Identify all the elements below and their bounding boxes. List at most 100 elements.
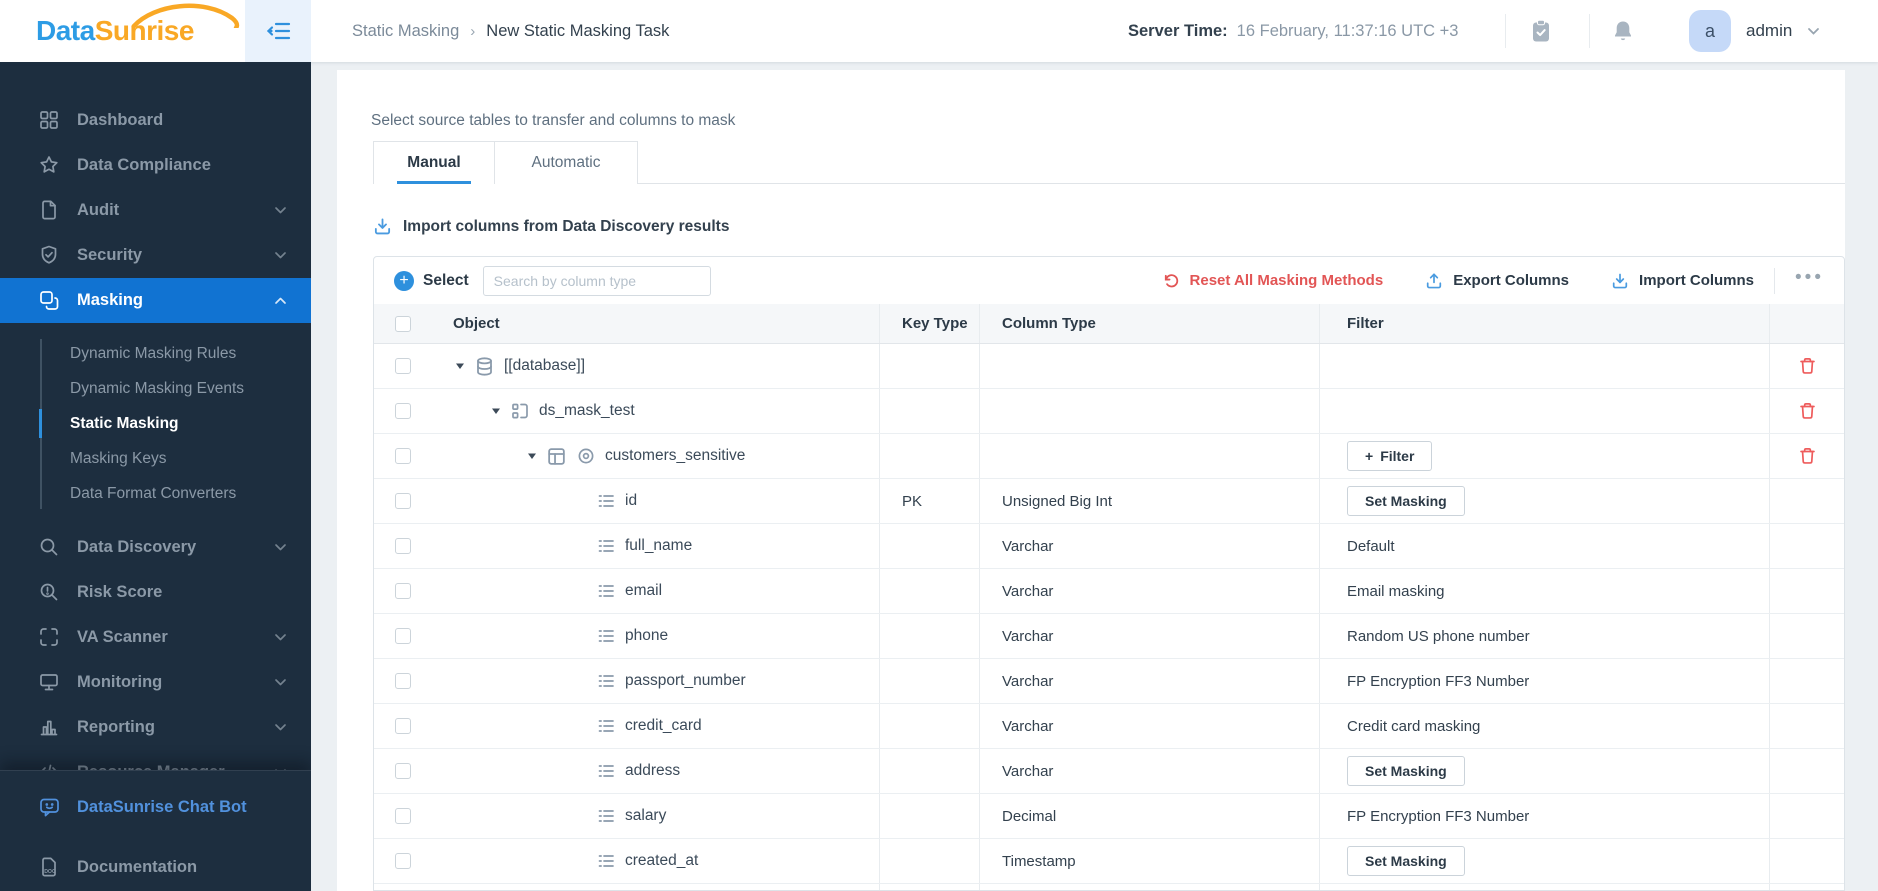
search-input[interactable] [482, 265, 711, 296]
table-row: salary Decimal FP Encryption FF3 Number [374, 794, 1844, 839]
row-checkbox[interactable] [395, 673, 411, 689]
select-button[interactable]: Select [423, 272, 469, 290]
sidebar-item-static-masking[interactable]: Static Masking [0, 406, 311, 441]
tab-automatic[interactable]: Automatic [494, 141, 638, 184]
sidebar-item-data-format-converters[interactable]: Data Format Converters [0, 476, 311, 511]
avatar-initial: a [1704, 20, 1715, 41]
filter-cell: Email masking [1319, 569, 1769, 613]
reset-icon [1162, 272, 1180, 290]
sidebar-item-data-discovery[interactable]: Data Discovery [0, 525, 311, 570]
caret-down-icon[interactable] [527, 452, 537, 460]
row-checkbox[interactable] [395, 448, 411, 464]
key-type-cell [879, 794, 979, 838]
column-type-value: Varchar [1002, 762, 1054, 780]
column-type-cell: Decimal [979, 794, 1319, 838]
export-columns-button[interactable]: Export Columns [1425, 272, 1569, 290]
delete-row-button[interactable] [1798, 401, 1817, 421]
sidebar-item-dynamic-masking-rules[interactable]: Dynamic Masking Rules [0, 336, 311, 371]
user-menu[interactable]: a admin [1689, 0, 1820, 62]
sidebar-item-audit[interactable]: Audit [0, 188, 311, 233]
chevron-down-icon [274, 723, 287, 732]
column-type-cell: Varchar [979, 659, 1319, 703]
filter-button-label: Filter [1380, 448, 1415, 464]
sidebar-item-risk-score[interactable]: Risk Score [0, 570, 311, 615]
object-cell: created_at [374, 839, 879, 883]
object-name: [[database]] [504, 357, 586, 374]
sidebar-item-label: Masking [77, 291, 144, 309]
more-actions-button[interactable]: ••• [1795, 268, 1824, 287]
object-name: salary [625, 807, 667, 824]
row-checkbox[interactable] [395, 808, 411, 824]
row-checkbox[interactable] [395, 763, 411, 779]
sidebar-item-masking[interactable]: Masking [0, 278, 311, 323]
object-name: passport_number [625, 672, 746, 689]
row-checkbox[interactable] [395, 493, 411, 509]
sidebar-item-chat-bot[interactable]: DataSunrise Chat Bot [0, 785, 311, 830]
select-all-checkbox[interactable] [395, 315, 411, 332]
list-icon [596, 761, 616, 781]
delete-row-button[interactable] [1798, 356, 1817, 376]
set-masking-button[interactable]: Set Masking [1347, 846, 1465, 876]
row-checkbox[interactable] [395, 718, 411, 734]
notifications-button[interactable] [1599, 0, 1647, 62]
filter-cell: Set Masking [1319, 479, 1769, 523]
set-masking-button[interactable]: Set Masking [1347, 486, 1465, 516]
chevron-down-icon [274, 633, 287, 642]
row-checkbox[interactable] [395, 538, 411, 554]
column-type-cell: Timestamp [979, 839, 1319, 883]
sidebar-item-label: DataSunrise Chat Bot [77, 798, 247, 816]
sidebar-item-dashboard[interactable]: Dashboard [0, 98, 311, 143]
user-name: admin [1746, 21, 1793, 40]
row-checkbox[interactable] [395, 358, 411, 374]
sidebar-item-label: Documentation [77, 858, 198, 876]
toolbar-divider [1774, 267, 1776, 294]
row-checkbox[interactable] [395, 583, 411, 599]
filter-cell: + Filter [1319, 434, 1769, 478]
server-time: Server Time: 16 February, 11:37:16 UTC +… [1128, 0, 1458, 62]
import-from-discovery-link[interactable]: Import columns from Data Discovery resul… [373, 217, 729, 236]
set-masking-button[interactable]: Set Masking [1347, 756, 1465, 786]
actions-cell [1769, 344, 1844, 388]
sidebar-item-label: Audit [77, 201, 120, 219]
object-cell: phone [374, 614, 879, 658]
object-name: created_at [625, 852, 699, 869]
sidebar-item-reporting[interactable]: Reporting [0, 705, 311, 750]
logo-text-data: Data [36, 15, 95, 46]
header-columntype-cell: Column Type [979, 304, 1319, 343]
breadcrumb-parent-link[interactable]: Static Masking [352, 22, 459, 41]
row-checkbox[interactable] [395, 628, 411, 644]
sidebar-item-security[interactable]: Security [0, 233, 311, 278]
breadcrumb-separator: › [470, 22, 476, 40]
sidebar-item-data-compliance[interactable]: Data Compliance [0, 143, 311, 188]
sidebar-collapse-button[interactable] [245, 0, 311, 62]
caret-down-icon[interactable] [491, 407, 501, 415]
tab-manual[interactable]: Manual [373, 141, 494, 184]
server-time-value: 16 February, 11:37:16 UTC +3 [1236, 21, 1459, 40]
sidebar-item-dynamic-masking-events[interactable]: Dynamic Masking Events [0, 371, 311, 406]
row-checkbox[interactable] [395, 403, 411, 419]
column-type-value: Varchar [1002, 672, 1054, 690]
sidebar-item-monitoring[interactable]: Monitoring [0, 660, 311, 705]
row-checkbox[interactable] [395, 853, 411, 869]
mask-icon [38, 289, 61, 312]
import-columns-button[interactable]: Import Columns [1611, 272, 1754, 290]
schema-icon [510, 401, 530, 421]
key-type-cell [879, 389, 979, 433]
filter-cell: Credit card masking [1319, 704, 1769, 748]
shield-icon [38, 244, 61, 267]
sidebar-item-documentation[interactable]: DOC Documentation [0, 845, 311, 890]
delete-row-button[interactable] [1798, 446, 1817, 466]
table-row: created_at Timestamp Set Masking [374, 839, 1844, 884]
sidebar-item-masking-keys[interactable]: Masking Keys [0, 441, 311, 476]
add-filter-button[interactable]: + Filter [1347, 441, 1433, 471]
column-type-cell [979, 434, 1319, 478]
caret-down-icon[interactable] [455, 362, 465, 370]
chevron-down-icon [274, 678, 287, 687]
masking-method-value: Email masking [1347, 582, 1445, 600]
column-type-value: Varchar [1002, 537, 1054, 555]
tasks-button[interactable] [1517, 0, 1565, 62]
reset-all-masking-button[interactable]: Reset All Masking Methods [1162, 272, 1383, 290]
sidebar-item-va-scanner[interactable]: VA Scanner [0, 615, 311, 660]
plus-icon[interactable]: + [394, 270, 414, 291]
document-icon [38, 199, 61, 222]
